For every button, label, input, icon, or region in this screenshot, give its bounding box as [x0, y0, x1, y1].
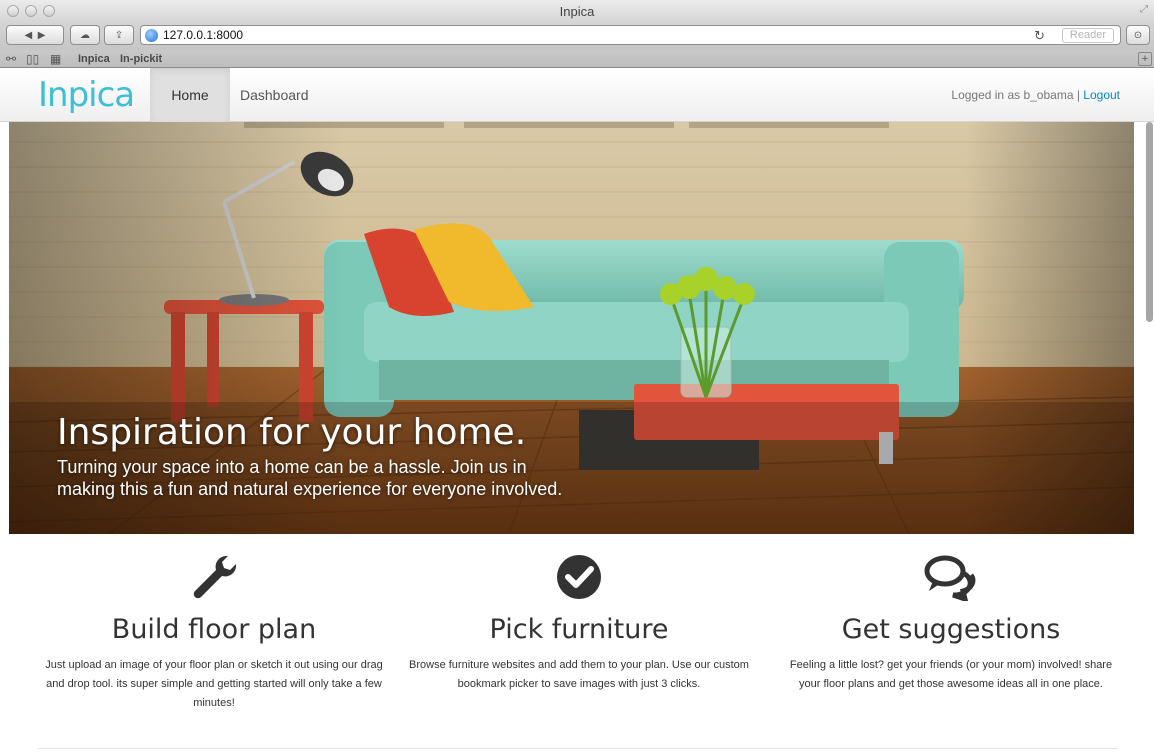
bookmarks-bar: ⚯ ▯▯ ▦ Inpica In-pickit + — [0, 50, 1154, 68]
top-sites-icon[interactable]: ▦ — [50, 52, 61, 66]
feature-pick-furniture: Pick furniture Browse furniture websites… — [389, 552, 769, 694]
feature-get-suggestions: Get suggestions Feeling a little lost? g… — [761, 552, 1141, 694]
icloud-tabs-button[interactable]: ☁ — [70, 25, 100, 45]
feature-title: Build floor plan — [111, 614, 317, 645]
url-text[interactable]: 127.0.0.1:8000 — [163, 28, 243, 42]
downloads-icon: ⊙ — [1133, 29, 1143, 41]
check-circle-icon — [557, 555, 601, 599]
reload-icon[interactable]: ↻ — [1034, 28, 1045, 44]
feature-title: Get suggestions — [841, 614, 1061, 645]
bookmarks-icon[interactable]: ▯▯ — [26, 52, 39, 66]
section-divider — [38, 748, 1118, 749]
window-titlebar: Inpica ⤢ — [0, 0, 1154, 22]
logout-link[interactable]: Logout — [1083, 88, 1120, 102]
nav-home[interactable]: Home — [150, 68, 230, 122]
bookmark-in-pickit[interactable]: In-pickit — [120, 53, 162, 65]
new-tab-button[interactable]: + — [1138, 52, 1152, 66]
feature-description: Just upload an image of your floor plan … — [45, 659, 383, 709]
globe-icon — [145, 28, 158, 42]
page-scrollbar[interactable] — [1146, 122, 1153, 322]
hero-subtitle: Turning your space into a home can be a … — [57, 457, 563, 499]
bookmark-inpica[interactable]: Inpica — [78, 53, 110, 65]
back-icon[interactable]: ◀ — [25, 30, 33, 41]
share-icon: ⇪ — [114, 29, 124, 41]
cloud-icon: ☁ — [80, 29, 90, 41]
nav-dashboard[interactable]: Dashboard — [240, 68, 309, 122]
feature-title: Pick furniture — [489, 614, 669, 645]
hero-caption: Inspiration for your home. Turning your … — [57, 412, 567, 500]
forward-icon[interactable]: ▶ — [38, 30, 46, 41]
fullscreen-icon[interactable]: ⤢ — [1140, 4, 1148, 15]
wrench-icon — [193, 555, 237, 599]
downloads-button[interactable]: ⊙ — [1126, 25, 1150, 45]
reader-button[interactable]: Reader — [1061, 28, 1114, 43]
feature-build-floor-plan: Build floor plan Just upload an image of… — [24, 552, 404, 713]
hero-banner: Inspiration for your home. Turning your … — [9, 122, 1134, 534]
browser-toolbar: ◀ ▶ ☁ ⇪ 127.0.0.1:8000 ↻ Reader ⊙ — [0, 22, 1154, 50]
feature-description: Feeling a little lost? get your friends … — [789, 659, 1113, 690]
hero-title: Inspiration for your home. — [57, 412, 527, 453]
feature-description: Browse furniture websites and add them t… — [409, 659, 749, 690]
window-title: Inpica — [559, 4, 595, 19]
brand-logo[interactable]: Inpica — [38, 78, 135, 112]
share-button[interactable]: ⇪ — [104, 25, 134, 45]
reading-list-icon[interactable]: ⚯ — [6, 52, 16, 66]
address-bar[interactable]: 127.0.0.1:8000 ↻ Reader — [140, 25, 1121, 45]
site-navbar: Inpica Home Dashboard Logged in as b_oba… — [0, 68, 1154, 122]
back-forward-buttons[interactable]: ◀ ▶ — [6, 25, 64, 45]
logged-in-text: Logged in as b_obama | — [951, 88, 1080, 102]
chat-bubbles-icon — [924, 555, 976, 601]
user-status: Logged in as b_obama | Logout — [951, 88, 1120, 102]
